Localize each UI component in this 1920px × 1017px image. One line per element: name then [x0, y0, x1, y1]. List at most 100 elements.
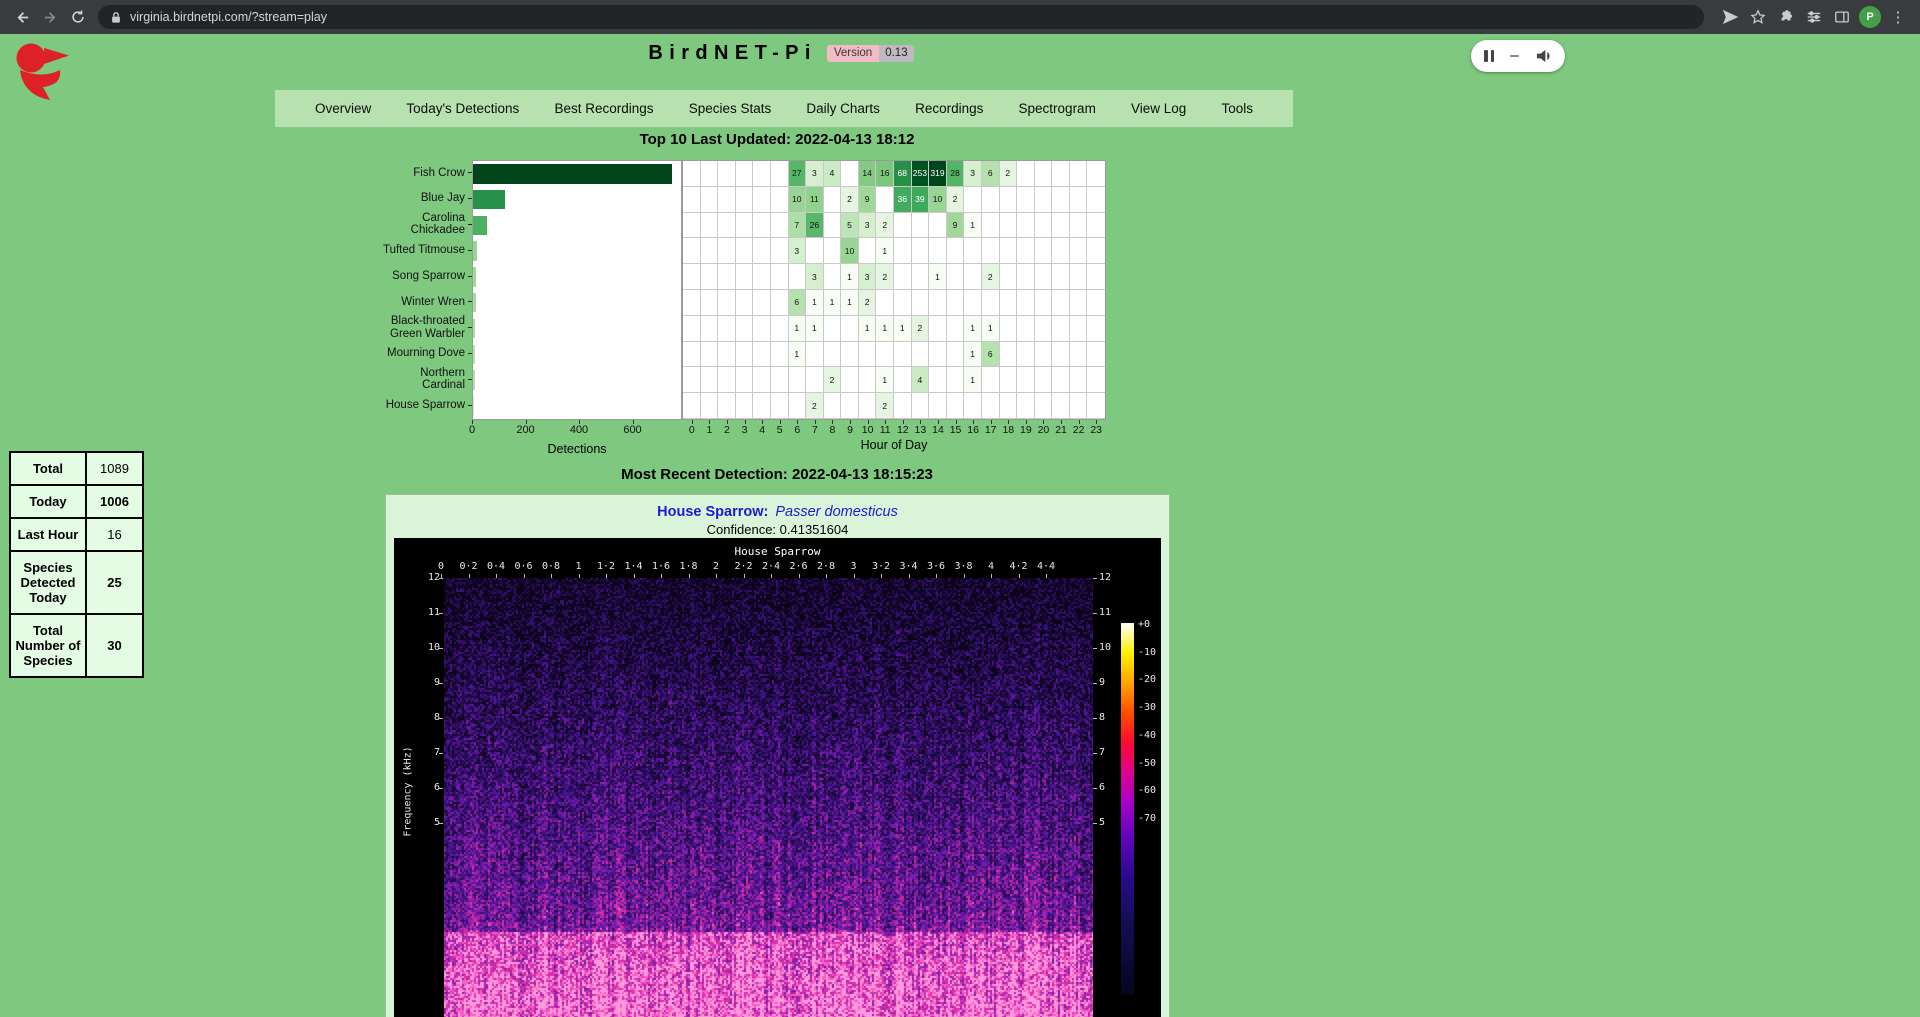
bookmark-star-icon[interactable] [1744, 3, 1772, 31]
bar-row [473, 238, 681, 264]
stat-value-species-detected-today[interactable]: 25 [86, 551, 143, 614]
heat-cell [736, 264, 754, 290]
version-value: 0.13 [879, 45, 913, 62]
heat-cell: 2 [912, 316, 930, 342]
bar-winter-wren [473, 293, 476, 313]
sg-tick-mark [439, 613, 443, 614]
heat-cell [789, 393, 807, 419]
heat-cell [1035, 367, 1053, 393]
lock-icon [110, 11, 122, 24]
heat-cell [771, 367, 789, 393]
heat-cell: 10 [929, 187, 947, 213]
heat-cell [982, 367, 1000, 393]
nav-item-today-s-detections[interactable]: Today's Detections [406, 101, 519, 116]
detection-title: House Sparrow:Passer domesticus [386, 504, 1169, 520]
heat-cell [1035, 393, 1053, 419]
heat-cell [859, 238, 877, 264]
nav-item-daily-charts[interactable]: Daily Charts [806, 101, 880, 116]
sg-freq-tick-left: 9 [394, 677, 440, 689]
heat-cell [824, 264, 842, 290]
sg-tick-mark [936, 574, 937, 578]
url-text[interactable]: virginia.birdnetpi.com/?stream=play [130, 10, 327, 24]
heat-cell: 10 [841, 238, 859, 264]
heat-cell [753, 187, 771, 213]
sg-tick-mark [524, 574, 525, 578]
heat-cell: 1 [876, 316, 894, 342]
heat-cell: 1 [929, 264, 947, 290]
bar-fish-crow [473, 164, 672, 184]
heat-cell [701, 264, 719, 290]
heat-cell [824, 393, 842, 419]
heat-cell [1052, 264, 1070, 290]
sg-tick-mark [661, 574, 662, 578]
sg-freq-tick-left: 10 [394, 642, 440, 654]
heat-cell [718, 238, 736, 264]
heat-cell [947, 290, 965, 316]
hour-tick-label: 6 [794, 424, 800, 436]
heat-cell [982, 393, 1000, 419]
sg-time-tick: 1 [575, 561, 581, 572]
heat-cell [1070, 213, 1088, 239]
heat-cell: 319 [929, 161, 947, 187]
nav-item-tools[interactable]: Tools [1221, 101, 1253, 116]
heat-cell [771, 213, 789, 239]
heat-cell [718, 187, 736, 213]
heat-cell: 1 [876, 238, 894, 264]
extensions-puzzle-icon[interactable] [1772, 3, 1800, 31]
sg-tick-mark [799, 574, 800, 578]
forward-icon[interactable] [36, 3, 64, 31]
nav-item-overview[interactable]: Overview [315, 101, 371, 116]
sidebar-icon[interactable] [1828, 3, 1856, 31]
sg-tick-mark [469, 574, 470, 578]
heat-cell: 1 [841, 290, 859, 316]
heat-cell [859, 393, 877, 419]
heat-cell [824, 187, 842, 213]
heat-cell: 28 [947, 161, 965, 187]
heat-cell [701, 213, 719, 239]
sliders-icon[interactable] [1800, 3, 1828, 31]
stat-value-today[interactable]: 1006 [86, 485, 143, 518]
heat-cell [806, 238, 824, 264]
heat-cell [701, 342, 719, 368]
back-icon[interactable] [8, 3, 36, 31]
spectrogram-panel: House Sparrow Frequency (kHz) 00·20·40·6… [394, 538, 1161, 1017]
heat-cell [947, 342, 965, 368]
heat-cell [894, 342, 912, 368]
nav-item-view-log[interactable]: View Log [1131, 101, 1186, 116]
sg-tick-mark [1093, 753, 1097, 754]
heat-cell: 16 [876, 161, 894, 187]
heat-cell [753, 342, 771, 368]
address-bar[interactable]: virginia.birdnetpi.com/?stream=play [98, 5, 1704, 29]
nav-item-spectrogram[interactable]: Spectrogram [1019, 101, 1096, 116]
stat-value-total-number-of-species[interactable]: 30 [86, 614, 143, 677]
profile-avatar[interactable]: P [1856, 3, 1884, 31]
sg-tick-mark [439, 683, 443, 684]
nav-item-best-recordings[interactable]: Best Recordings [554, 101, 653, 116]
stat-label-last-hour: Last Hour [10, 518, 86, 551]
species-label-winter-wren: Winter Wren [272, 289, 472, 315]
menu-kebab-icon[interactable]: ⋮ [1884, 3, 1912, 31]
hour-tick-label: 18 [1002, 424, 1014, 436]
heat-cell [771, 342, 789, 368]
stats-row: Total Number of Species30 [10, 614, 143, 677]
heat-cell [718, 161, 736, 187]
species-label-northern-cardinal: NorthernCardinal [272, 366, 472, 392]
profile-initial[interactable]: P [1859, 6, 1881, 28]
detections-bar-chart [472, 160, 682, 420]
refresh-icon[interactable] [64, 3, 92, 31]
heat-cell: 36 [894, 187, 912, 213]
sg-time-tick: 3·8 [954, 561, 972, 572]
heat-cell [1087, 342, 1105, 368]
heat-cell [736, 342, 754, 368]
hour-tick-label: 4 [759, 424, 765, 436]
heat-cell: 1 [789, 342, 807, 368]
nav-item-recordings[interactable]: Recordings [915, 101, 983, 116]
detection-species-link[interactable]: House Sparrow: [657, 504, 768, 520]
heat-cell [1070, 316, 1088, 342]
species-label-blue-jay: Blue Jay [272, 186, 472, 212]
send-icon[interactable] [1716, 3, 1744, 31]
nav-item-species-stats[interactable]: Species Stats [689, 101, 772, 116]
sg-time-tick: 4 [988, 561, 994, 572]
heat-cell [789, 367, 807, 393]
heat-cell [1070, 290, 1088, 316]
